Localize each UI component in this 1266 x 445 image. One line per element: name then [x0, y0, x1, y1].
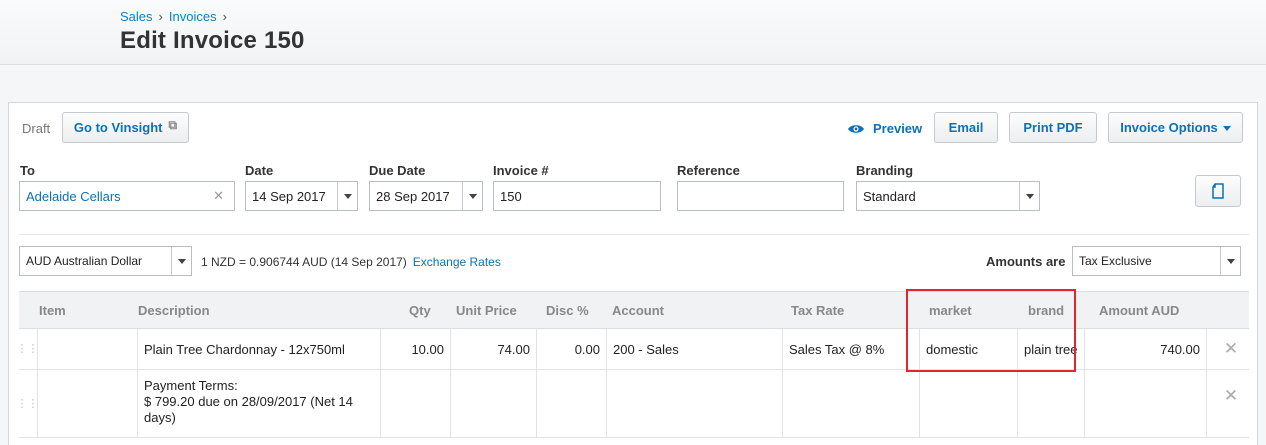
section-divider	[19, 234, 1249, 235]
description-line: Payment Terms:	[144, 378, 238, 393]
column-header-item[interactable]: Item	[39, 303, 66, 318]
preview-label: Preview	[873, 121, 923, 136]
breadcrumb: Sales › Invoices ›	[120, 9, 233, 24]
qty-cell[interactable]	[381, 370, 451, 437]
amounts-are-select[interactable]: Tax Exclusive	[1072, 246, 1241, 276]
go-to-vinsight-button[interactable]: Go to Vinsight ⧉	[62, 112, 189, 143]
eye-icon	[848, 124, 864, 133]
column-header-amount[interactable]: Amount AUD	[1099, 303, 1179, 318]
invoice-panel: Draft Go to Vinsight ⧉ Preview Email Pri…	[8, 102, 1258, 445]
to-value: Adelaide Cellars	[26, 188, 121, 204]
breadcrumb-separator: ›	[222, 9, 227, 24]
due-date-field[interactable]: 28 Sep 2017	[369, 181, 483, 211]
chevron-down-icon	[1226, 258, 1235, 264]
description-cell[interactable]: Payment Terms: $ 799.20 due on 28/09/201…	[138, 370, 381, 437]
status-label: Draft	[22, 121, 51, 136]
invoice-options-button[interactable]: Invoice Options	[1108, 112, 1243, 143]
exchange-rates-link[interactable]: Exchange Rates	[413, 255, 501, 269]
column-header-description[interactable]: Description	[138, 303, 210, 318]
account-cell[interactable]	[607, 370, 783, 437]
highlight-box	[906, 289, 1076, 372]
chevron-down-icon	[1222, 126, 1231, 131]
description-line: days)	[144, 410, 176, 425]
due-date-dropdown-button[interactable]	[462, 182, 482, 210]
reference-field[interactable]	[677, 181, 844, 211]
delete-row-icon[interactable]: ✕	[1216, 362, 1246, 429]
date-value: 14 Sep 2017	[252, 188, 326, 204]
description-cell[interactable]: Plain Tree Chardonnay - 12x750ml	[138, 329, 381, 369]
table-row[interactable]: ⋮⋮ Payment Terms: $ 799.20 due on 28/09/…	[17, 370, 1249, 438]
branding-value: Standard	[863, 188, 916, 204]
tax-rate-cell[interactable]	[783, 370, 920, 437]
column-header-unit-price[interactable]: Unit Price	[456, 303, 517, 318]
chevron-down-icon	[177, 258, 186, 264]
external-link-icon: ⧉	[168, 118, 178, 132]
exchange-rate-text: 1 NZD = 0.906744 AUD (14 Sep 2017) Exchan…	[201, 255, 501, 269]
branding-dropdown-button[interactable]	[1019, 182, 1039, 210]
amounts-are-dropdown-button[interactable]	[1220, 247, 1240, 275]
brand-cell[interactable]	[1018, 370, 1085, 437]
market-cell[interactable]	[920, 370, 1018, 437]
invoice-number-label: Invoice #	[493, 163, 549, 178]
print-pdf-button[interactable]: Print PDF	[1009, 112, 1097, 143]
item-cell[interactable]	[39, 329, 138, 369]
amount-cell[interactable]: 740.00	[1085, 329, 1207, 369]
breadcrumb-invoices[interactable]: Invoices	[169, 9, 217, 24]
tax-rate-cell[interactable]: Sales Tax @ 8%	[783, 329, 920, 369]
date-label: Date	[245, 163, 274, 178]
column-header-account[interactable]: Account	[612, 303, 664, 318]
chevron-down-icon	[343, 193, 352, 199]
email-button[interactable]: Email	[934, 112, 998, 143]
column-header-tax-rate[interactable]: Tax Rate	[791, 303, 844, 318]
account-cell[interactable]: 200 - Sales	[607, 329, 783, 369]
amounts-are-value: Tax Exclusive	[1079, 254, 1152, 268]
unit-price-cell[interactable]: 74.00	[451, 329, 537, 369]
side-panel-button[interactable]	[1195, 175, 1241, 207]
branding-label: Branding	[856, 163, 914, 178]
preview-button[interactable]: Preview	[847, 121, 922, 136]
invoice-number-field[interactable]: 150	[493, 181, 661, 211]
disc-cell[interactable]	[537, 370, 607, 437]
branding-select[interactable]: Standard	[856, 181, 1040, 211]
page-header: Sales › Invoices › Edit Invoice 150	[0, 0, 1266, 65]
invoice-number-value: 150	[500, 188, 522, 204]
amount-cell[interactable]	[1085, 370, 1207, 437]
currency-select[interactable]: AUD Australian Dollar	[19, 246, 192, 276]
clear-icon[interactable]: ✕	[213, 188, 224, 204]
column-header-disc[interactable]: Disc %	[546, 303, 589, 318]
unit-price-cell[interactable]	[451, 370, 537, 437]
reference-label: Reference	[677, 163, 740, 178]
go-to-vinsight-label: Go to Vinsight	[73, 120, 163, 135]
due-date-value: 28 Sep 2017	[376, 188, 450, 204]
due-date-label: Due Date	[369, 163, 426, 178]
currency-dropdown-button[interactable]	[171, 247, 191, 275]
drag-handle-icon[interactable]: ⋮⋮	[17, 370, 39, 437]
chevron-down-icon	[468, 193, 477, 199]
drag-handle-icon[interactable]: ⋮⋮	[17, 329, 39, 369]
breadcrumb-separator: ›	[158, 9, 163, 24]
column-header-qty[interactable]: Qty	[409, 303, 431, 318]
currency-value: AUD Australian Dollar	[26, 254, 143, 268]
amounts-are-label: Amounts are	[986, 254, 1066, 269]
disc-cell[interactable]: 0.00	[537, 329, 607, 369]
currency-row: AUD Australian Dollar 1 NZD = 0.906744 A…	[19, 246, 1249, 276]
breadcrumb-sales[interactable]: Sales	[120, 9, 153, 24]
page-title: Edit Invoice 150	[120, 27, 305, 54]
description-line: $ 799.20 due on 28/09/2017 (Net 14	[144, 394, 353, 409]
invoice-options-label: Invoice Options	[1120, 120, 1218, 135]
to-label: To	[20, 163, 35, 178]
chevron-down-icon	[1025, 193, 1034, 199]
date-field[interactable]: 14 Sep 2017	[245, 181, 358, 211]
document-icon	[1212, 183, 1224, 199]
item-cell[interactable]	[39, 370, 138, 437]
exchange-rate-value: 1 NZD = 0.906744 AUD (14 Sep 2017)	[201, 255, 407, 269]
to-field[interactable]: Adelaide Cellars ✕	[19, 181, 235, 211]
date-dropdown-button[interactable]	[337, 182, 357, 210]
qty-cell[interactable]: 10.00	[381, 329, 451, 369]
